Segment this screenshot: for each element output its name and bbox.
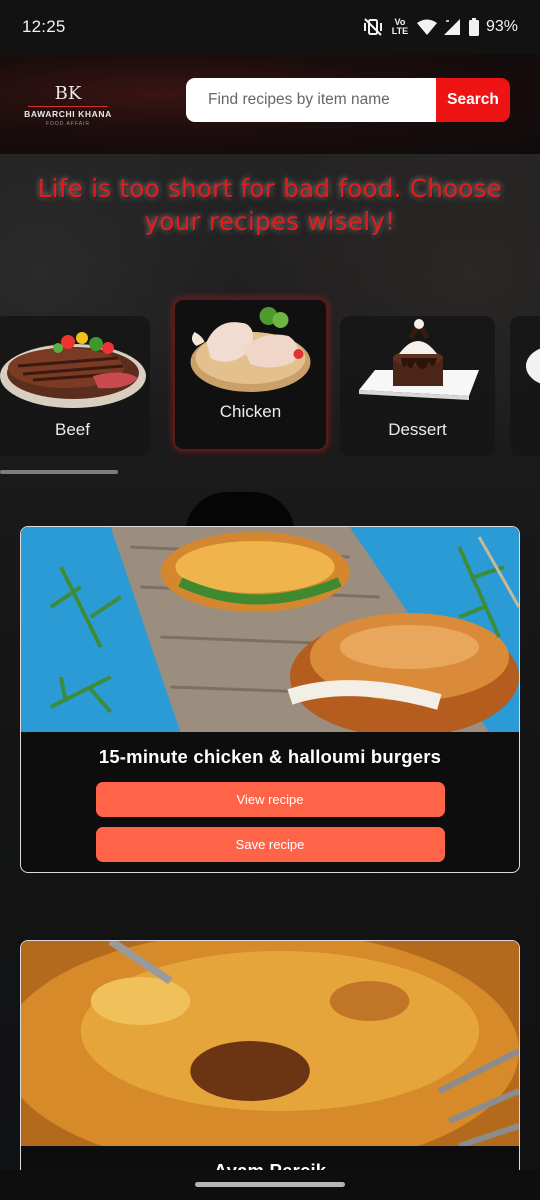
carousel-scroll-indicator[interactable] <box>0 470 118 474</box>
battery-level: 93% <box>485 18 518 35</box>
view-recipe-button[interactable]: View recipe <box>95 782 445 817</box>
app-logo[interactable]: BK BAWARCHI KHANA FOOD AFFAIR <box>22 76 114 132</box>
category-card-partial[interactable] <box>510 316 540 456</box>
logo-mark: BK <box>54 83 82 104</box>
battery-icon <box>468 18 479 36</box>
category-label: Beef <box>55 420 90 439</box>
category-carousel[interactable]: Beef Chicken Dessert <box>0 298 540 458</box>
category-partial-image <box>526 348 540 384</box>
volte-lte-label: Vo LTE <box>391 17 409 36</box>
tagline: Life is too short for bad food. Choose y… <box>0 172 540 238</box>
category-label: Dessert <box>388 420 447 439</box>
recipe-title: 15-minute chicken & halloumi burgers <box>98 746 442 767</box>
status-time: 12:25 <box>22 17 66 36</box>
search-button[interactable]: Search <box>436 78 510 122</box>
recipe-title: Ayam Percik <box>21 1160 519 1170</box>
wifi-icon <box>416 19 437 35</box>
system-nav-bar <box>0 1170 540 1200</box>
save-recipe-button[interactable]: Save recipe <box>95 827 445 862</box>
logo-divider <box>28 106 108 107</box>
home-indicator[interactable] <box>195 1182 345 1187</box>
category-card-beef[interactable]: Beef <box>0 316 150 456</box>
logo-name: BAWARCHI KHANA <box>24 109 112 119</box>
recipe-image[interactable] <box>21 941 519 1146</box>
category-label: Chicken <box>219 402 282 421</box>
status-bar: 12:25 Vo LTE 93% <box>0 0 540 54</box>
category-card-chicken[interactable]: Chicken <box>173 298 328 451</box>
vibrate-off-icon <box>363 18 383 36</box>
status-icons: Vo LTE 93% <box>363 18 518 36</box>
logo-subtitle: FOOD AFFAIR <box>45 121 91 127</box>
dessert-image <box>358 319 479 400</box>
chicken-image <box>190 307 310 392</box>
app-header: BK BAWARCHI KHANA FOOD AFFAIR Search <box>0 54 540 154</box>
hero-section: Life is too short for bad food. Choose y… <box>0 154 540 1170</box>
recipe-image[interactable] <box>21 527 519 732</box>
signal-icon <box>443 19 462 35</box>
tagline-line-2: your recipes wisely! <box>144 207 396 236</box>
category-card-dessert[interactable]: Dessert <box>340 316 495 456</box>
recipe-card: Ayam Percik <box>20 940 520 1170</box>
search-input[interactable] <box>186 78 436 122</box>
tagline-line-1: Life is too short for bad food. Choose <box>37 174 503 203</box>
recipe-card: 15-minute chicken & halloumi burgers Vie… <box>20 526 520 873</box>
beef-image <box>0 332 146 408</box>
